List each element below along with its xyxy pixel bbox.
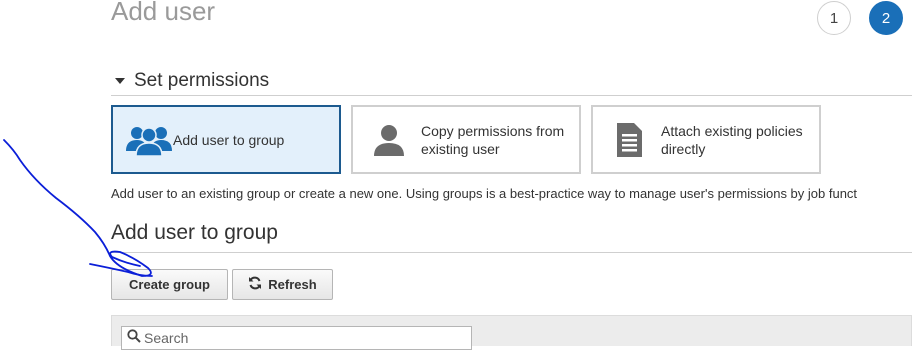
section-title: Set permissions: [134, 69, 270, 91]
option-label: Copy permissions from existing user: [421, 122, 564, 158]
add-user-to-group-header: Add user to group: [111, 221, 912, 253]
option-label: Attach existing policies directly: [661, 122, 803, 158]
page-title: Add user: [111, 0, 216, 26]
caret-down-icon: [115, 77, 125, 84]
search-input[interactable]: [144, 330, 464, 346]
group-icon: [125, 120, 173, 160]
search-icon: [127, 328, 141, 348]
option-label-line2: existing user: [421, 140, 500, 157]
button-label: Refresh: [268, 277, 317, 292]
search-field[interactable]: [121, 326, 472, 350]
permissions-description: Add user to an existing group or create …: [111, 186, 858, 201]
step-2-indicator[interactable]: 2: [869, 1, 903, 35]
option-attach-policies[interactable]: Attach existing policies directly: [591, 105, 821, 174]
refresh-button[interactable]: Refresh: [232, 269, 333, 300]
set-permissions-header[interactable]: Set permissions: [111, 66, 912, 96]
user-icon: [365, 120, 413, 160]
button-label: Create group: [129, 277, 210, 292]
step-1-indicator[interactable]: 1: [817, 1, 851, 35]
option-label-line2: directly: [661, 140, 706, 157]
option-label-line1: Copy permissions from: [421, 122, 565, 139]
refresh-icon: [248, 276, 262, 293]
option-label: Add user to group: [173, 131, 285, 148]
option-copy-permissions[interactable]: Copy permissions from existing user: [351, 105, 581, 174]
document-icon: [605, 120, 653, 160]
option-add-user-to-group[interactable]: Add user to group: [111, 105, 341, 174]
create-group-button[interactable]: Create group: [111, 269, 228, 300]
section-title: Add user to group: [111, 221, 278, 244]
option-label-line1: Attach existing policies: [661, 122, 803, 139]
